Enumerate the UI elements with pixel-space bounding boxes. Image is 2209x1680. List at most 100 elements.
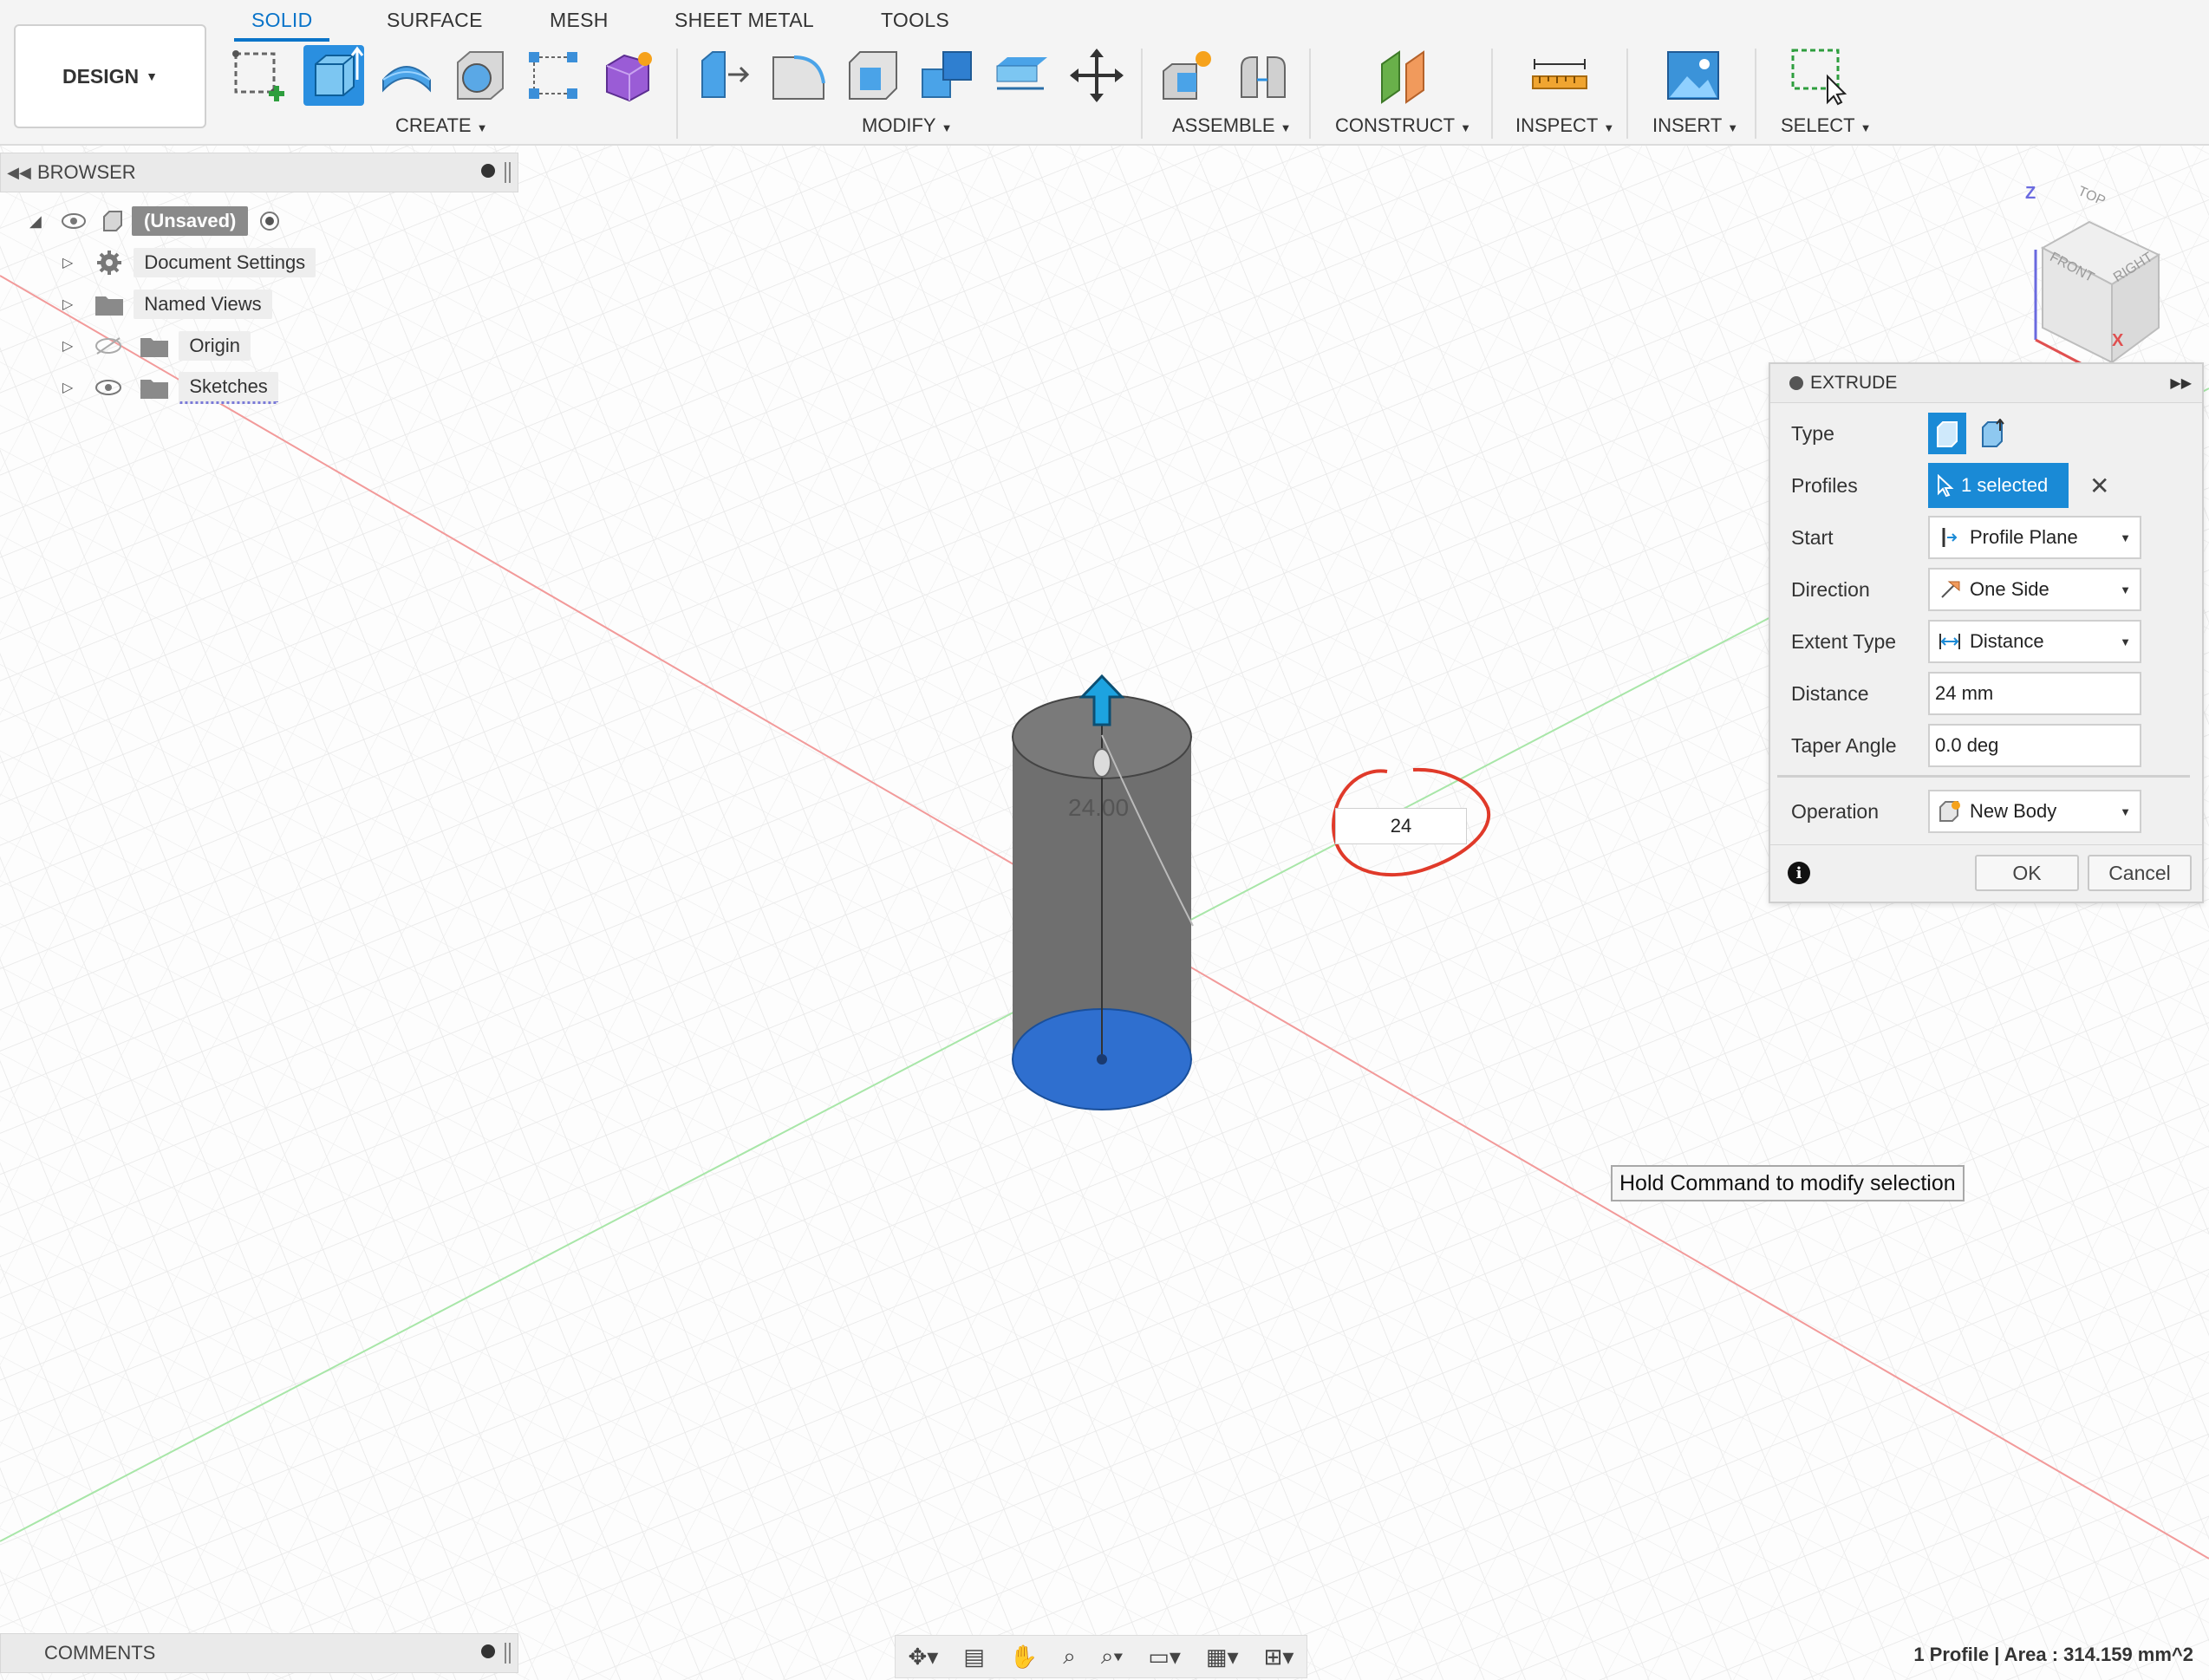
info-icon[interactable]: i [1788, 862, 1810, 884]
hidden-eye-icon[interactable] [94, 336, 123, 355]
dialog-divider [1777, 775, 2190, 778]
add-comment-icon[interactable] [481, 1644, 495, 1658]
type-row: Type [1791, 411, 2199, 456]
press-pull-icon[interactable] [694, 45, 754, 106]
extrude-dialog: EXTRUDE ▶▶ Type Profiles 1 selected ✕ St… [1769, 362, 2204, 903]
fit-zoom-icon[interactable]: ⌕▾ [1101, 1643, 1123, 1670]
zoom-icon[interactable]: ⌕ [1063, 1643, 1076, 1670]
cancel-button[interactable]: Cancel [2088, 855, 2192, 891]
offset-plane-icon[interactable] [1373, 45, 1434, 106]
browser-header[interactable]: ◀◀ BROWSER [0, 153, 518, 192]
expand-triangle-icon[interactable]: ▷ [62, 337, 73, 355]
drag-handle [1092, 748, 1111, 778]
folder-icon [94, 291, 125, 317]
measure-icon[interactable] [1529, 45, 1590, 106]
expand-triangle-icon[interactable]: ▷ [62, 379, 73, 396]
operation-row: Operation New Body ▼ [1791, 789, 2199, 834]
insert-image-icon[interactable] [1663, 45, 1724, 106]
tab-tools[interactable]: TOOLS [881, 9, 949, 32]
insert-menu[interactable]: INSERT ▼ [1652, 114, 1738, 137]
start-select[interactable]: Profile Plane ▼ [1928, 516, 2141, 559]
gear-icon [94, 248, 125, 277]
start-row: Start Profile Plane ▼ [1791, 515, 2199, 560]
ok-button[interactable]: OK [1975, 855, 2079, 891]
move-icon[interactable] [1066, 45, 1127, 106]
browser-title: BROWSER [37, 161, 136, 183]
collapse-dot-icon[interactable] [1789, 376, 1803, 390]
thin-extrude-type-button[interactable] [1973, 413, 2011, 454]
select-menu[interactable]: SELECT ▼ [1781, 114, 1871, 137]
cylinder-body [1012, 694, 1194, 1110]
comments-header[interactable]: COMMENTS [0, 1633, 518, 1673]
clear-selection-icon[interactable]: ✕ [2089, 472, 2109, 500]
panel-grip-icon[interactable] [505, 1643, 511, 1664]
inspect-menu[interactable]: INSPECT ▼ [1515, 114, 1614, 137]
distance-input[interactable]: 24 mm [1928, 672, 2141, 715]
tab-solid[interactable]: SOLID [251, 9, 313, 32]
distance-inline-input[interactable]: 24 [1335, 808, 1467, 844]
combine-icon[interactable] [917, 45, 978, 106]
browser-panel: ◀◀ BROWSER ◢ (Unsaved) ▷ Document Settin… [0, 153, 518, 404]
one-side-icon [1941, 581, 1960, 598]
browser-item-named-views[interactable]: ▷ Named Views [62, 286, 272, 322]
browser-root-row[interactable]: ◢ (Unsaved) [29, 203, 281, 239]
look-at-icon[interactable]: ▤ [963, 1644, 985, 1670]
chevron-down-icon: ▼ [2120, 531, 2131, 544]
expand-right-icon[interactable]: ▶▶ [2170, 374, 2192, 392]
construct-menu[interactable]: CONSTRUCT ▼ [1335, 114, 1471, 137]
assemble-menu[interactable]: ASSEMBLE ▼ [1172, 114, 1291, 137]
display-settings-icon[interactable]: ▭▾ [1148, 1644, 1181, 1670]
distance-row: Distance 24 mm [1791, 671, 2199, 716]
viewports-icon[interactable]: ⊞▾ [1264, 1644, 1294, 1670]
create-form-icon[interactable] [598, 45, 659, 106]
expand-triangle-icon[interactable]: ▷ [62, 254, 73, 271]
joint-icon[interactable] [1233, 45, 1293, 106]
extrude-icon[interactable] [303, 45, 364, 106]
shell-icon[interactable] [843, 45, 903, 106]
profiles-row: Profiles 1 selected ✕ [1791, 463, 2199, 508]
fillet-icon[interactable] [768, 45, 829, 106]
operation-select[interactable]: New Body ▼ [1928, 790, 2141, 833]
panel-grip-icon[interactable] [505, 162, 511, 183]
taper-angle-input[interactable]: 0.0 deg [1928, 724, 2141, 767]
extrude-dialog-header[interactable]: EXTRUDE ▶▶ [1770, 364, 2202, 403]
toolbar-separator [1755, 49, 1756, 139]
tab-sheet-metal[interactable]: SHEET METAL [674, 9, 814, 32]
solid-extrude-type-button[interactable] [1928, 413, 1966, 454]
browser-item-sketches[interactable]: ▷ Sketches [62, 369, 278, 406]
comments-panel: COMMENTS [0, 1633, 518, 1673]
pan-icon[interactable]: ✋ [1010, 1644, 1038, 1670]
extent-type-select[interactable]: Distance ▼ [1928, 620, 2141, 663]
toolbar-tabs: SOLID SURFACE MESH SHEET METAL TOOLS [0, 0, 1040, 42]
hole-icon[interactable] [449, 45, 510, 106]
extent-type-value: Distance [1970, 630, 2044, 652]
pin-icon[interactable] [481, 164, 495, 178]
create-menu[interactable]: CREATE ▼ [395, 114, 487, 137]
new-component-icon[interactable] [1158, 45, 1219, 106]
start-label: Start [1791, 525, 1834, 549]
eye-icon[interactable] [94, 378, 123, 397]
create-sketch-icon[interactable] [227, 45, 288, 106]
modify-menu[interactable]: MODIFY ▼ [862, 114, 952, 137]
z-axis-label: Z [2025, 184, 2036, 203]
browser-item-document-settings[interactable]: ▷ Document Settings [62, 244, 316, 281]
eye-icon[interactable] [61, 212, 87, 230]
grid-settings-icon[interactable]: ▦▾ [1206, 1644, 1239, 1670]
toolbar-separator [1491, 49, 1493, 139]
select-icon[interactable] [1788, 45, 1848, 106]
profiles-selection-button[interactable]: 1 selected [1928, 463, 2069, 508]
pattern-icon[interactable] [524, 45, 584, 106]
direction-select[interactable]: One Side ▼ [1928, 568, 2141, 611]
expand-triangle-icon[interactable]: ▷ [62, 296, 73, 313]
browser-item-origin[interactable]: ▷ Origin [62, 328, 251, 364]
tab-surface[interactable]: SURFACE [387, 9, 483, 32]
activate-radio-icon[interactable] [258, 210, 281, 232]
dimension-label: 24.00 [1068, 794, 1130, 821]
offset-face-icon[interactable] [992, 45, 1052, 106]
orbit-icon[interactable]: ✥▾ [909, 1644, 939, 1670]
expand-triangle-icon[interactable]: ◢ [29, 212, 43, 230]
revolve-icon[interactable] [376, 45, 437, 106]
tab-mesh[interactable]: MESH [550, 9, 609, 32]
status-readout: 1 Profile | Area : 314.159 mm^2 [1913, 1644, 2193, 1665]
collapse-left-icon[interactable]: ◀◀ [1, 164, 37, 182]
